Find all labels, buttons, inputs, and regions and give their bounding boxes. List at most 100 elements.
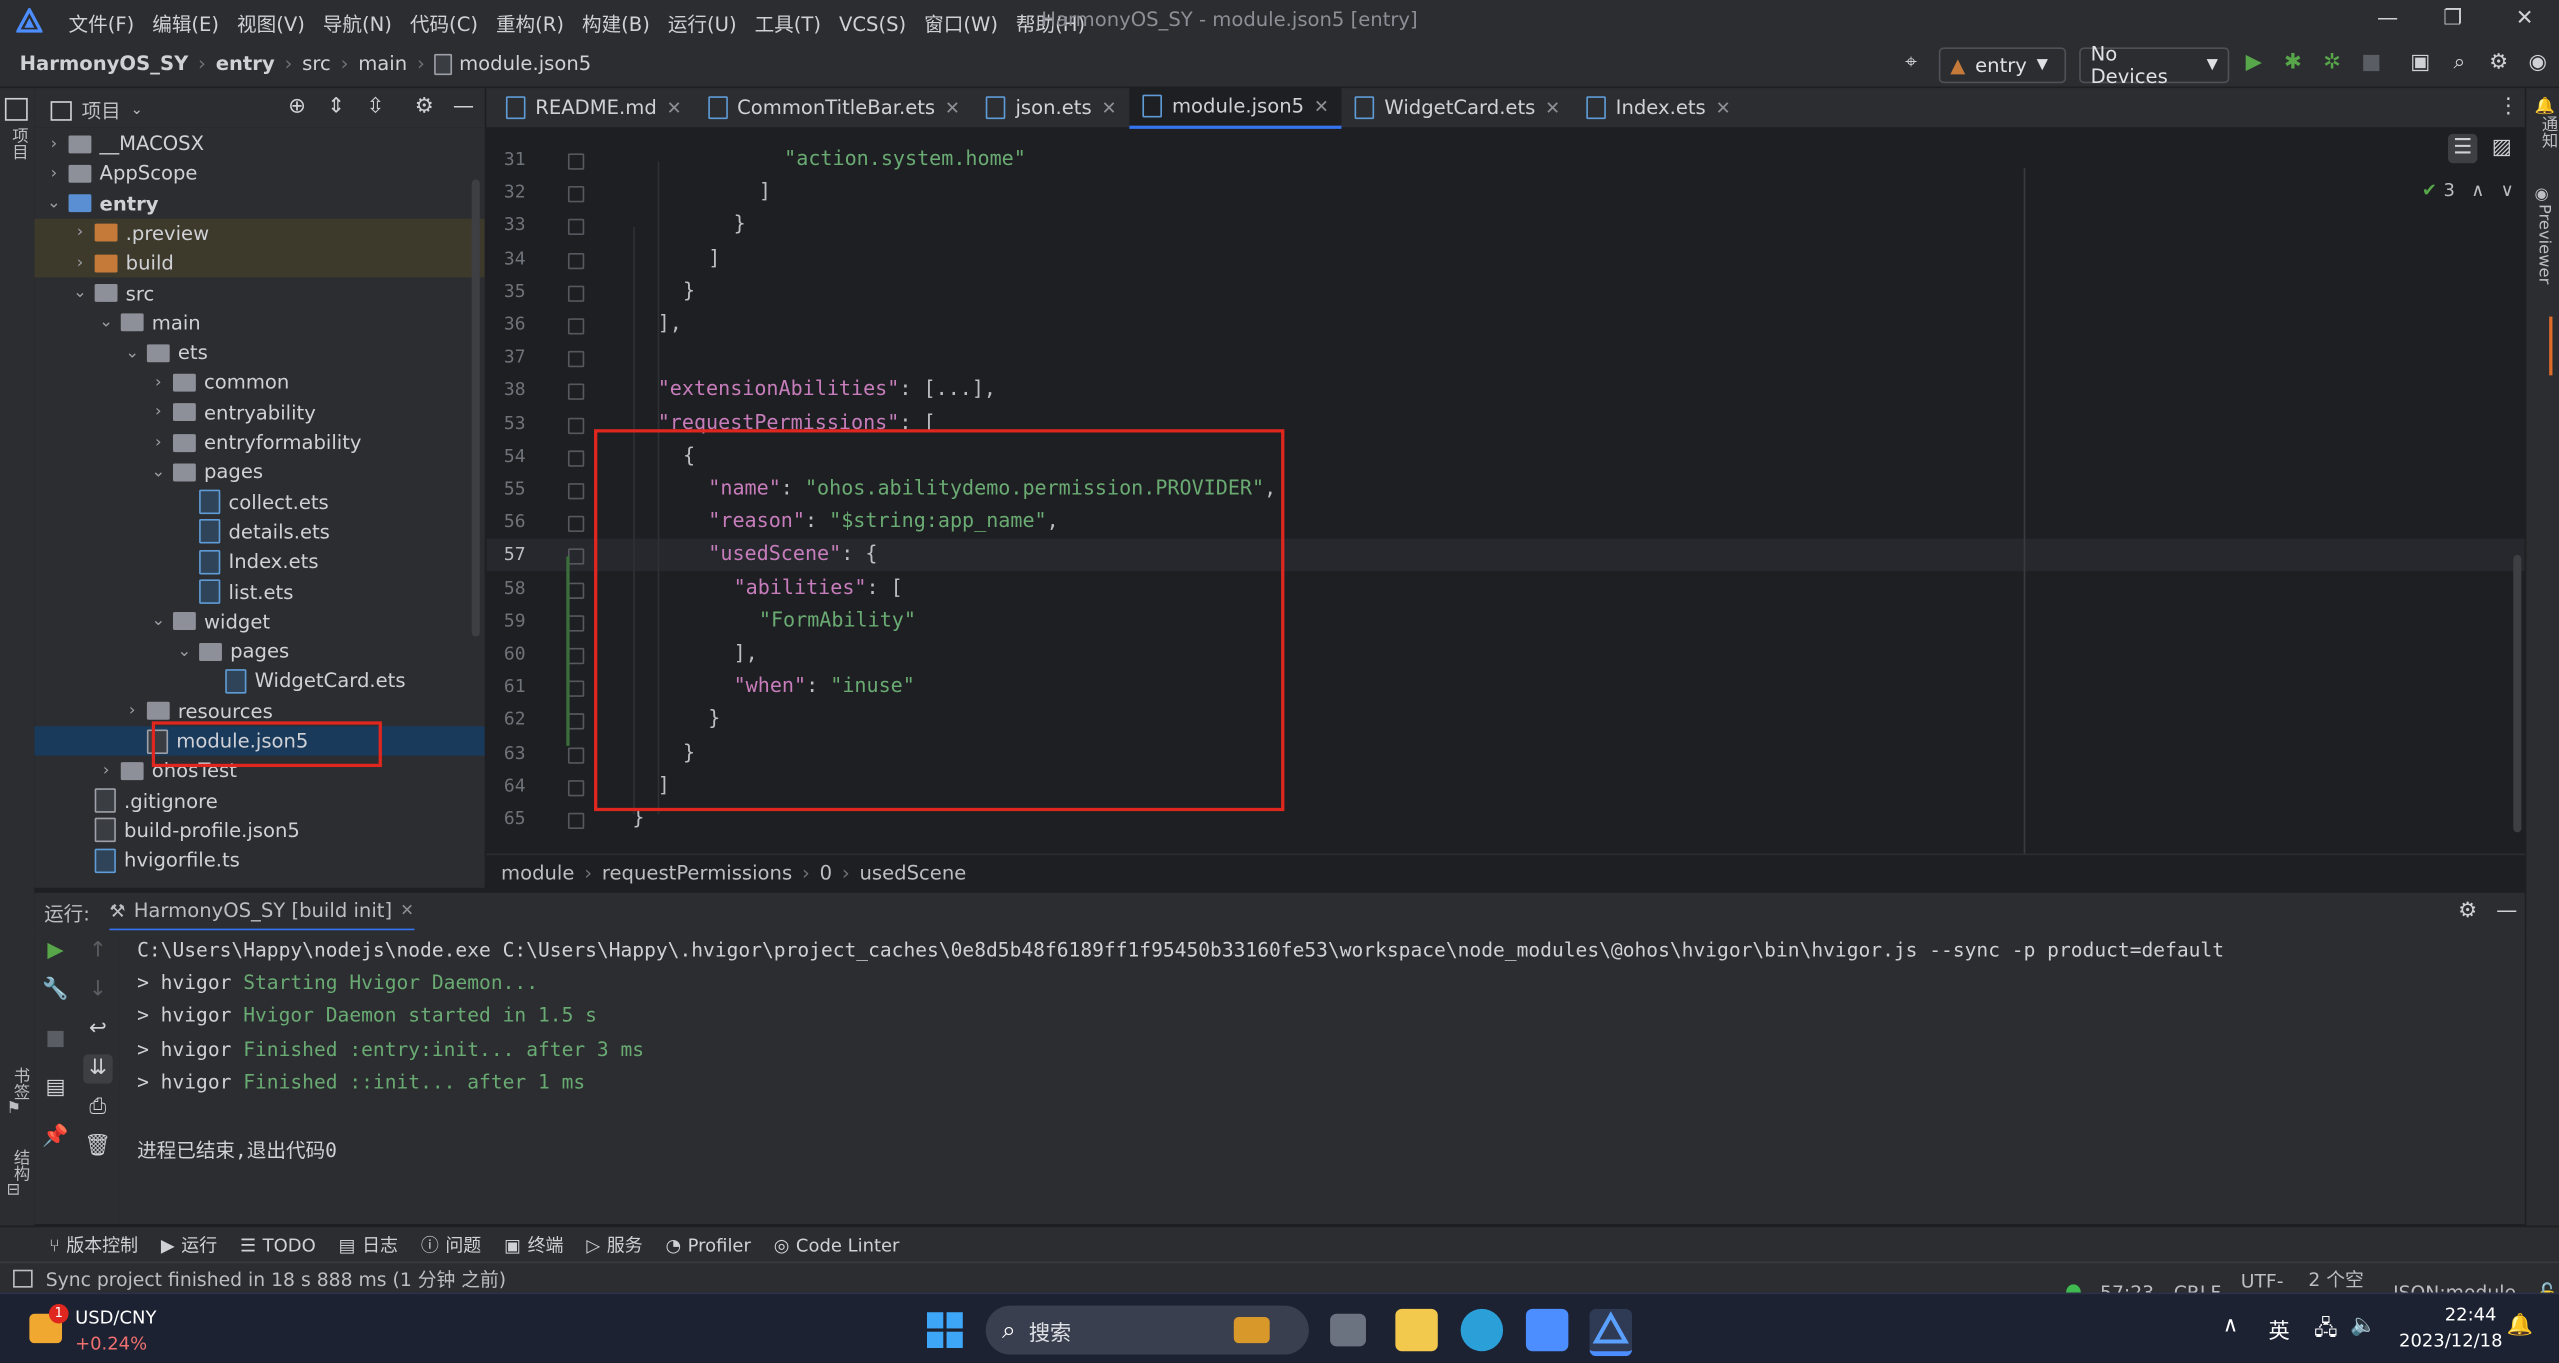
breadcrumb-project[interactable]: HarmonyOS_SY [20, 52, 189, 75]
tool-window-button[interactable]: ◔ Profiler [665, 1235, 750, 1256]
chevron-right-icon[interactable]: › [70, 224, 90, 242]
account-icon[interactable]: ◉ [2523, 49, 2552, 78]
tree-item[interactable]: ⌄ main [34, 308, 484, 337]
breadcrumb-main[interactable]: main [358, 52, 407, 75]
wrench-icon[interactable]: 🔧 [41, 976, 70, 1005]
status-message[interactable]: Sync project finished in 18 s 888 ms (1 … [46, 1266, 506, 1292]
code-line[interactable]: 35} [486, 275, 2524, 308]
tool-window-button[interactable]: ▶ 运行 [161, 1232, 217, 1258]
rerun-icon[interactable]: ▶ [41, 937, 70, 966]
code-line[interactable]: 34] [486, 243, 2524, 276]
tree-item[interactable]: ⌄ ets [34, 338, 484, 367]
close-icon[interactable]: ✕ [1101, 97, 1116, 118]
tree-item[interactable]: › .preview [34, 218, 485, 248]
start-button[interactable] [926, 1312, 963, 1349]
bookmarks-tool-button[interactable]: 书签 ⚑ [7, 1067, 31, 1118]
tree-item[interactable]: hvigorfile.ts [34, 846, 484, 875]
gear-icon[interactable]: ⚙ [410, 93, 439, 122]
edge-browser-icon[interactable] [1460, 1308, 1504, 1352]
layout-icon[interactable]: ▤ [41, 1074, 70, 1103]
code-line[interactable]: 38 "extensionAbilities": [...], [486, 374, 2524, 407]
project-view-selector[interactable]: 项目 ⌄ [50, 96, 143, 124]
collapse-all-icon[interactable]: ⇳ [361, 93, 390, 122]
chevron-right-icon[interactable]: › [122, 702, 142, 720]
chevron-down-icon[interactable]: ⌄ [149, 612, 169, 630]
run-icon[interactable]: ▶ [2239, 49, 2268, 78]
fold-marker-icon[interactable] [567, 450, 585, 467]
clock-time[interactable]: 22:44 [2445, 1304, 2497, 1325]
tree-item[interactable]: › common [34, 368, 484, 397]
image-preview-icon[interactable]: ▨ [2487, 134, 2516, 163]
tree-item[interactable]: ⌄ entry [34, 189, 484, 218]
clock-date[interactable]: 2023/12/18 [2399, 1330, 2502, 1351]
editor-tab[interactable]: README.md ✕ [493, 88, 695, 127]
expand-all-icon[interactable]: ⇕ [322, 93, 351, 122]
soft-wrap-icon[interactable]: ↩ [83, 1015, 112, 1044]
code-line[interactable]: 36], [486, 308, 2524, 341]
run-console[interactable]: C:\Users\Happy\nodejs\node.exe C:\Users\… [119, 930, 2525, 1224]
previewer-tool-button[interactable]: ◉ Previewer [2534, 186, 2552, 284]
tree-item[interactable]: WidgetCard.ets [34, 666, 484, 695]
fold-marker-icon[interactable] [567, 483, 585, 500]
editor-tab[interactable]: WidgetCard.ets ✕ [1342, 88, 1573, 127]
deveco-app-icon[interactable] [1589, 1308, 1632, 1357]
menu-item[interactable]: 文件(F) [69, 10, 135, 38]
editor-crumb-index[interactable]: 0 [820, 862, 832, 885]
tool-window-button[interactable]: ⓘ 问题 [421, 1232, 481, 1258]
chevron-down-icon[interactable]: ⌄ [70, 284, 90, 302]
tree-item[interactable]: › build [34, 248, 485, 278]
stop-icon[interactable]: ■ [41, 1025, 70, 1054]
close-icon[interactable]: ✕ [945, 97, 960, 118]
fold-marker-icon[interactable] [567, 351, 585, 368]
close-icon[interactable]: ✕ [2510, 7, 2539, 36]
editor-tab[interactable]: Index.ets ✕ [1573, 88, 1743, 127]
ime-indicator[interactable]: 英 [2268, 1314, 2289, 1344]
close-icon[interactable]: ✕ [667, 97, 682, 118]
module-selector[interactable]: ▲ entry ▼ [1938, 47, 2067, 84]
editor-crumb-usedscene[interactable]: usedScene [860, 862, 967, 885]
change-marker[interactable] [566, 556, 570, 746]
search-icon[interactable]: ⌕ [2445, 49, 2474, 78]
fold-marker-icon[interactable] [567, 680, 585, 698]
close-icon[interactable]: ✕ [400, 902, 414, 920]
fold-marker-icon[interactable] [567, 285, 585, 302]
breadcrumb-file[interactable]: module.json5 [459, 52, 591, 75]
menu-item[interactable]: 代码(C) [410, 10, 478, 38]
tree-item[interactable]: › AppScope [34, 159, 484, 188]
fold-marker-icon[interactable] [567, 417, 585, 434]
fold-marker-icon[interactable] [567, 219, 585, 236]
tree-item[interactable]: ⌄ src [34, 278, 484, 307]
arrow-up-icon[interactable]: ↑ [83, 937, 112, 966]
tool-window-button[interactable]: ▣ 终端 [504, 1232, 563, 1258]
editor-scrollbar[interactable] [2513, 554, 2522, 833]
trash-icon[interactable]: 🗑 [83, 1133, 112, 1162]
fold-marker-icon[interactable] [567, 812, 585, 830]
tree-item[interactable]: details.ets [34, 517, 484, 546]
fold-marker-icon[interactable] [567, 252, 585, 269]
arrow-down-icon[interactable]: ↓ [83, 976, 112, 1005]
menu-item[interactable]: VCS(S) [839, 12, 906, 35]
fold-marker-icon[interactable] [567, 713, 585, 731]
tree-item[interactable]: build-profile.json5 [34, 816, 484, 845]
chevron-right-icon[interactable]: › [70, 254, 90, 272]
device-selector[interactable]: No Devices ▼ [2079, 42, 2230, 88]
volume-icon[interactable]: 🔈 [2350, 1314, 2376, 1338]
tray-chevron-icon[interactable]: ∧ [2223, 1314, 2239, 1338]
code-line[interactable]: 32] [486, 177, 2524, 210]
fold-marker-icon[interactable] [567, 153, 585, 170]
hide-panel-icon[interactable]: — [449, 93, 478, 122]
fold-marker-icon[interactable] [567, 516, 585, 533]
menu-item[interactable]: 导航(N) [323, 10, 392, 38]
menu-item[interactable]: 工具(T) [755, 10, 821, 38]
attach-debugger-icon[interactable]: ✲ [2317, 49, 2346, 78]
network-icon[interactable]: 🖧 [2314, 1314, 2338, 1350]
layout-toggle-icon[interactable] [13, 1269, 33, 1288]
tree-item[interactable]: › __MACOSX [34, 129, 484, 158]
chevron-down-icon[interactable]: ⌄ [122, 344, 142, 362]
gear-icon[interactable]: ⚙ [2453, 898, 2482, 927]
fold-marker-icon[interactable] [567, 746, 585, 764]
tree-item[interactable]: .gitignore [34, 786, 484, 815]
fold-marker-icon[interactable] [567, 647, 585, 665]
tool-window-button[interactable]: ⑂ 版本控制 [49, 1232, 138, 1258]
menu-item[interactable]: 构建(B) [582, 10, 650, 38]
